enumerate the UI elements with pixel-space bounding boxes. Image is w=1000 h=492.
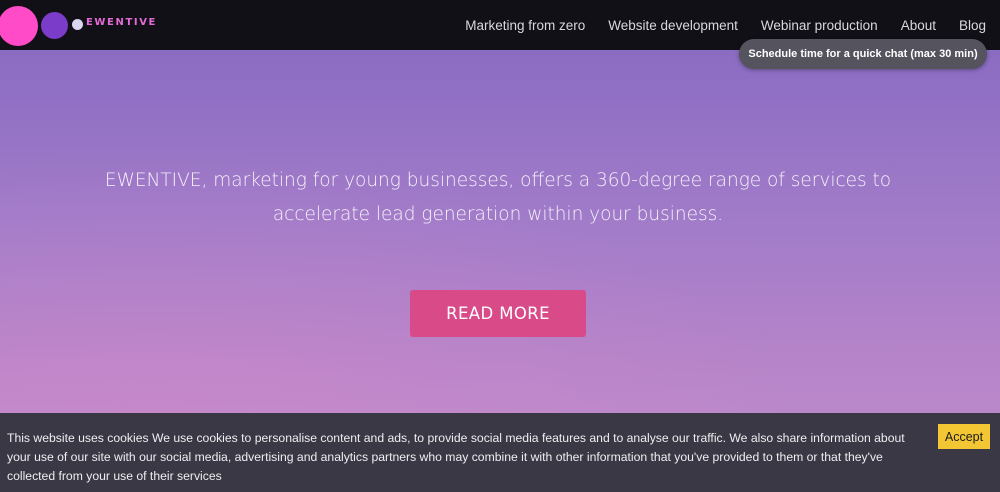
cookie-notice-text: This website uses cookies We use cookies… (7, 431, 905, 483)
logo[interactable]: EWENTIVE (0, 0, 160, 50)
nav-about[interactable]: About (901, 18, 936, 33)
nav-website-development[interactable]: Website development (608, 18, 738, 33)
accept-cookies-button[interactable]: Accept (938, 424, 990, 449)
nav-webinar-production[interactable]: Webinar production (761, 18, 878, 33)
hero-tagline: EWENTIVE, marketing for young businesses… (104, 170, 892, 225)
logo-purple-circle (41, 12, 68, 39)
logo-pink-circle (0, 6, 38, 46)
schedule-chat-button[interactable]: Schedule time for a quick chat (max 30 m… (739, 39, 987, 69)
nav-marketing-from-zero[interactable]: Marketing from zero (465, 18, 585, 33)
read-more-button[interactable]: READ MORE (410, 290, 586, 337)
brand-name: EWENTIVE (86, 17, 157, 28)
nav-blog[interactable]: Blog (959, 18, 986, 33)
logo-small-circle (72, 19, 83, 30)
cookie-banner: This website uses cookies We use cookies… (0, 413, 1000, 492)
